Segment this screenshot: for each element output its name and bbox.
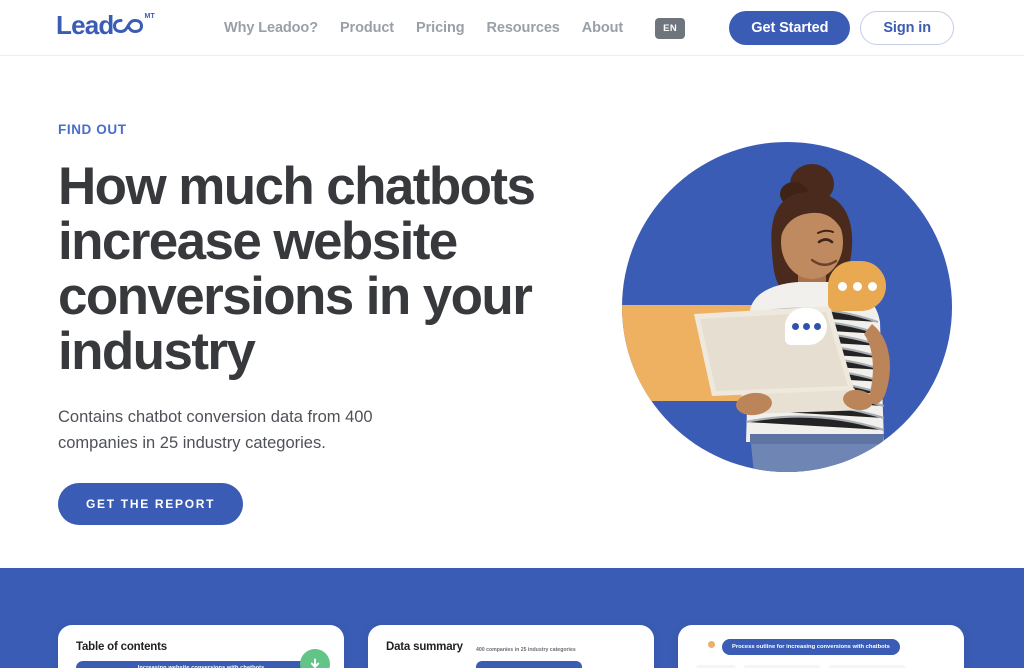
site-header: Lead MT Why Leadoo? Product Pricing Reso… (0, 0, 1024, 56)
page-title: How much chatbots increase website conve… (58, 157, 536, 382)
logo-trademark: MT (144, 13, 155, 20)
hero-section: FIND OUT How much chatbots increase webs… (0, 56, 1024, 568)
hero-eyebrow: FIND OUT (58, 122, 127, 137)
card-chart-block (476, 661, 582, 668)
bubble-dot (867, 281, 877, 291)
hero-copy: FIND OUT How much chatbots increase webs… (58, 122, 578, 525)
preview-card-list: Table of contents Increasing website con… (58, 625, 964, 668)
main-navigation: Why Leadoo? Product Pricing Resources Ab… (224, 0, 686, 56)
person-with-laptop-icon (694, 164, 890, 472)
nav-item-pricing[interactable]: Pricing (416, 20, 465, 36)
get-the-report-button[interactable]: GET THE REPORT (58, 482, 244, 525)
bubble-dot (813, 323, 821, 330)
preview-card-data-summary[interactable]: Data summary 400 companies in 25 industr… (368, 625, 654, 668)
hero-circle-backdrop (622, 142, 952, 472)
hero-subtitle: Contains chatbot conversion data from 40… (58, 408, 373, 452)
card-pill: Process outline for increasing conversio… (722, 639, 900, 655)
get-started-button[interactable]: Get Started (729, 11, 851, 45)
infinity-icon (113, 12, 144, 38)
bubble-dot (852, 281, 862, 291)
hero-illustration (622, 142, 952, 472)
leadoo-logo[interactable]: Lead MT (56, 12, 155, 38)
header-actions: Get Started Sign in (729, 0, 954, 56)
bubble-dot (791, 323, 799, 330)
orange-dot-icon (708, 641, 715, 648)
nav-item-why-leadoo[interactable]: Why Leadoo? (224, 20, 318, 36)
report-preview-section: Table of contents Increasing website con… (0, 568, 1024, 668)
card-note: 400 companies in 25 industry categories (476, 647, 576, 653)
preview-card-process-outline[interactable]: Process outline for increasing conversio… (678, 625, 964, 668)
landing-page: Lead MT Why Leadoo? Product Pricing Reso… (0, 0, 1024, 668)
language-selector[interactable]: EN (655, 17, 686, 39)
card-pill: Increasing website conversions with chat… (76, 661, 326, 668)
preview-card-table-of-contents[interactable]: Table of contents Increasing website con… (58, 625, 344, 668)
logo-wordmark: Lead (56, 10, 114, 40)
nav-item-about[interactable]: About (582, 20, 623, 36)
bubble-dot (837, 281, 847, 291)
chat-bubble-white-icon (785, 308, 827, 345)
bubble-dot (802, 323, 810, 330)
nav-item-product[interactable]: Product (340, 20, 394, 36)
card-title: Table of contents (76, 641, 167, 653)
sign-in-button[interactable]: Sign in (860, 11, 954, 45)
nav-item-resources[interactable]: Resources (487, 20, 560, 36)
chat-bubble-orange-icon (828, 261, 886, 311)
